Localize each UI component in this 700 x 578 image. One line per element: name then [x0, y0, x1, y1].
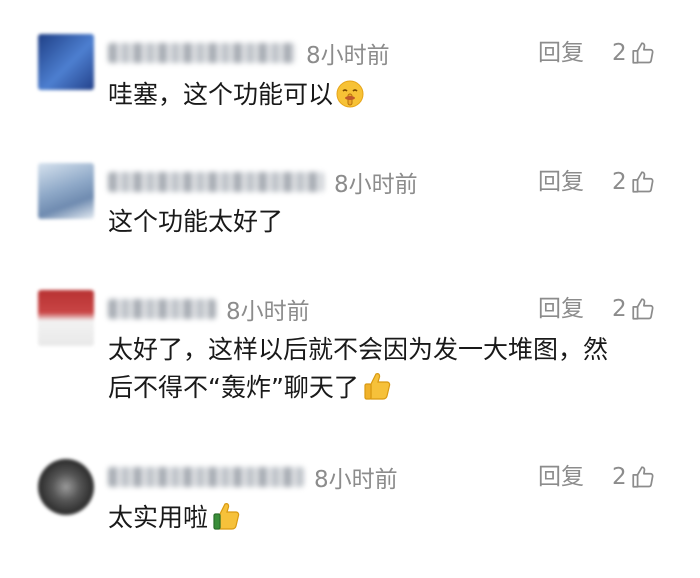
avatar[interactable]: [38, 163, 94, 219]
comment-text: 这个功能太好了: [108, 207, 284, 236]
username-blurred[interactable]: [108, 299, 216, 319]
username-blurred[interactable]: [108, 467, 304, 487]
comment-meta: 8小时前: [108, 294, 310, 325]
username-blurred[interactable]: [108, 43, 296, 63]
like-count: 2: [612, 464, 627, 490]
avatar[interactable]: [38, 290, 94, 346]
comment-text: 太实用啦: [108, 499, 668, 543]
reply-button[interactable]: 回复: [538, 294, 584, 324]
thumb-up-outline-icon: [632, 298, 654, 320]
comment-text: 哇塞，这个功能可以: [108, 76, 668, 120]
like-count: 2: [612, 40, 627, 66]
shush-face-emoji-icon: [335, 79, 365, 120]
like-count: 2: [612, 169, 627, 195]
reply-button[interactable]: 回复: [538, 38, 584, 68]
thumb-up-outline-icon: [632, 171, 654, 193]
reply-button[interactable]: 回复: [538, 462, 584, 492]
like-button[interactable]: 2: [612, 167, 656, 197]
username-blurred[interactable]: [108, 172, 324, 192]
thumb-up-outline-icon: [632, 42, 654, 64]
like-count: 2: [612, 296, 627, 322]
reply-button[interactable]: 回复: [538, 167, 584, 197]
thumb-up-outline-icon: [632, 466, 654, 488]
comment-meta: 8小时前: [108, 38, 390, 69]
like-button[interactable]: 2: [612, 38, 656, 68]
thumbs-up-emoji-icon: [210, 500, 242, 543]
comment-text: 太好了，这样以后就不会因为发一大堆图，然 后不得不“轰炸”聊天了: [108, 331, 668, 413]
comment-time: 8小时前: [306, 43, 390, 69]
like-button[interactable]: 2: [612, 294, 656, 324]
avatar[interactable]: [38, 459, 94, 515]
thumbs-up-emoji-icon: [361, 370, 393, 413]
comment-time: 8小时前: [314, 467, 398, 493]
comment-meta: 8小时前: [108, 167, 418, 198]
comment-time: 8小时前: [334, 172, 418, 198]
like-button[interactable]: 2: [612, 462, 656, 492]
comment-time: 8小时前: [226, 299, 310, 325]
avatar[interactable]: [38, 34, 94, 90]
comment-meta: 8小时前: [108, 462, 398, 493]
